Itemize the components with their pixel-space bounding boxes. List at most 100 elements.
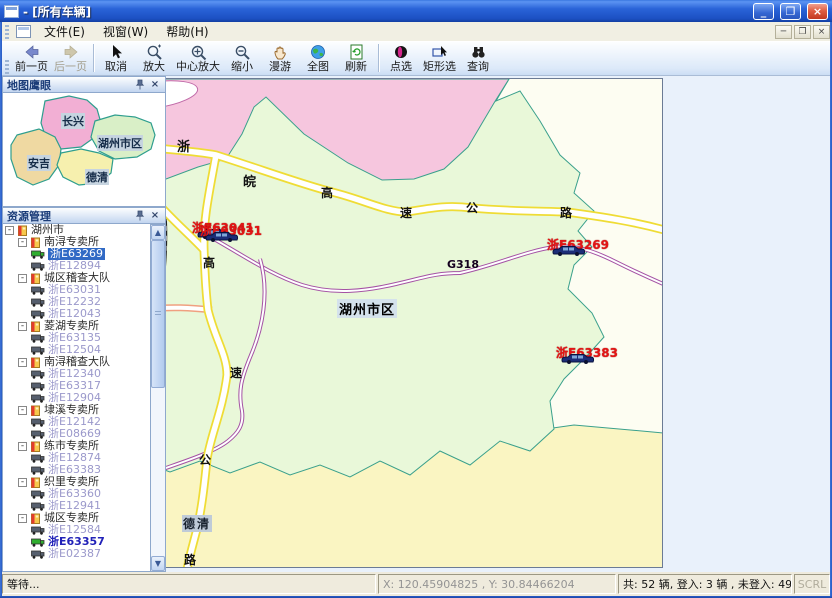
expand-toggle[interactable]: -	[18, 322, 27, 331]
button-label: 查询	[467, 61, 489, 73]
mdi-minimize-button[interactable]: ─	[775, 25, 792, 39]
scroll-up-button[interactable]: ▲	[151, 225, 165, 240]
map-label: 湖州市区	[337, 299, 397, 318]
prev-page-button[interactable]: 前一页	[12, 43, 51, 74]
cancel-button[interactable]: 取消	[97, 43, 135, 74]
zoom-out-button[interactable]: 缩小	[223, 43, 261, 74]
map-label: 皖	[243, 171, 256, 190]
map-label: 德清	[182, 515, 212, 532]
rect-select-button[interactable]: 矩形选	[420, 43, 459, 74]
tree-vehicle-row[interactable]: 浙E02387	[3, 548, 150, 560]
pin-icon[interactable]	[134, 79, 146, 91]
mdi-document-icon	[16, 25, 31, 38]
org-icon	[30, 513, 41, 524]
toolbar: 前一页 后一页 取消 放大 中心放大 缩小 漫游	[0, 42, 832, 76]
toolbar-separator	[93, 44, 94, 72]
org-icon	[30, 321, 41, 332]
scroll-thumb[interactable]	[151, 240, 165, 388]
full-map-button[interactable]: 全图	[299, 43, 337, 74]
zoom-in-button[interactable]: 放大	[135, 43, 173, 74]
expand-toggle[interactable]: -	[18, 442, 27, 451]
overview-close-icon[interactable]: ×	[149, 79, 161, 91]
resource-tree: -湖州市-南浔专卖所浙E63269浙E12894-城区稽查大队浙E63031浙E…	[2, 224, 151, 572]
pan-button[interactable]: 漫游	[261, 43, 299, 74]
zoom-out-icon	[234, 44, 251, 60]
vehicle-icon	[31, 369, 45, 379]
pin-icon[interactable]	[134, 210, 146, 222]
expand-toggle[interactable]: -	[18, 274, 27, 283]
point-select-icon	[393, 44, 409, 60]
button-label: 点选	[390, 61, 412, 73]
minimize-button[interactable]: _	[753, 3, 774, 20]
scroll-down-button[interactable]: ▼	[151, 556, 165, 571]
resource-close-icon[interactable]: ×	[149, 210, 161, 222]
expand-toggle[interactable]: -	[18, 514, 27, 523]
expand-toggle[interactable]: -	[5, 226, 14, 235]
vehicle-marker[interactable]: 浙E63269	[547, 234, 609, 253]
menu-help[interactable]: 帮助(H)	[157, 21, 217, 42]
org-icon	[30, 237, 41, 248]
menu-file[interactable]: 文件(E)	[35, 21, 94, 42]
org-icon	[30, 273, 41, 284]
vehicle-icon	[31, 465, 45, 475]
vehicle-marker[interactable]: 浙E63031	[200, 220, 262, 239]
tree-scrollbar[interactable]: ▲ ▼	[151, 224, 166, 572]
toolbar-separator	[378, 44, 379, 72]
map-label: 公	[466, 199, 478, 216]
query-button[interactable]: 查询	[459, 43, 497, 74]
vehicle-icon	[31, 537, 45, 547]
mdi-restore-button[interactable]: ❐	[794, 25, 811, 39]
overview-panel: 地图鹰眼 × 长兴湖州市区安吉德清	[2, 76, 166, 207]
menubar-grip[interactable]	[5, 25, 9, 39]
title-bar: - [所有车辆] _ ❐ ×	[0, 0, 832, 22]
vehicle-icon	[31, 297, 45, 307]
binoculars-icon	[470, 44, 487, 60]
map-label: 速	[230, 364, 242, 381]
vehicle-icon	[31, 285, 45, 295]
vehicle-icon	[31, 345, 45, 355]
restore-button[interactable]: ❐	[780, 3, 801, 20]
vehicle-icon	[31, 333, 45, 343]
vehicle-car-icon	[204, 230, 240, 243]
expand-toggle[interactable]: -	[18, 238, 27, 247]
button-label: 前一页	[15, 61, 48, 73]
button-label: 刷新	[345, 61, 367, 73]
map-label: 路	[184, 551, 196, 568]
vehicle-marker[interactable]: 浙E63383	[556, 342, 618, 361]
overview-region-label: 长兴	[61, 113, 85, 129]
center-zoom-button[interactable]: 中心放大	[173, 43, 223, 74]
toolbar-grip[interactable]	[5, 60, 9, 74]
button-label: 矩形选	[423, 61, 456, 73]
menu-bar: 文件(E) 视窗(W) 帮助(H) ─ ❐ ×	[0, 22, 832, 42]
cursor-icon	[108, 44, 124, 60]
refresh-button[interactable]: 刷新	[337, 43, 375, 74]
rect-select-icon	[431, 44, 449, 60]
map-label: 浙	[177, 136, 190, 155]
next-page-button: 后一页	[51, 43, 90, 74]
point-select-button[interactable]: 点选	[382, 43, 420, 74]
overview-panel-title: 地图鹰眼	[7, 77, 131, 93]
vehicle-icon	[31, 525, 45, 535]
expand-toggle[interactable]: -	[18, 406, 27, 415]
status-scrl-indicator: SCRL	[794, 574, 830, 594]
close-button[interactable]: ×	[807, 3, 828, 20]
expand-toggle[interactable]: -	[18, 358, 27, 367]
button-label: 漫游	[269, 61, 291, 73]
vehicle-icon	[31, 549, 45, 559]
overview-region-label: 安吉	[27, 155, 51, 171]
mdi-close-button[interactable]: ×	[813, 25, 830, 39]
resource-panel-title: 资源管理	[7, 208, 131, 224]
status-coordinates: X: 120.45904825 , Y: 30.84466204	[378, 574, 616, 594]
zoom-in-icon	[146, 44, 163, 60]
button-label: 放大	[143, 61, 165, 73]
globe-icon	[310, 44, 326, 60]
vehicle-icon	[31, 261, 45, 271]
org-icon	[17, 225, 28, 236]
overview-panel-header: 地图鹰眼 ×	[2, 76, 166, 93]
expand-toggle[interactable]: -	[18, 478, 27, 487]
vehicle-icon	[31, 249, 45, 259]
refresh-icon	[349, 44, 364, 60]
menu-window[interactable]: 视窗(W)	[94, 21, 157, 42]
overview-map[interactable]: 长兴湖州市区安吉德清	[2, 93, 166, 207]
forward-arrow-icon	[62, 44, 80, 60]
